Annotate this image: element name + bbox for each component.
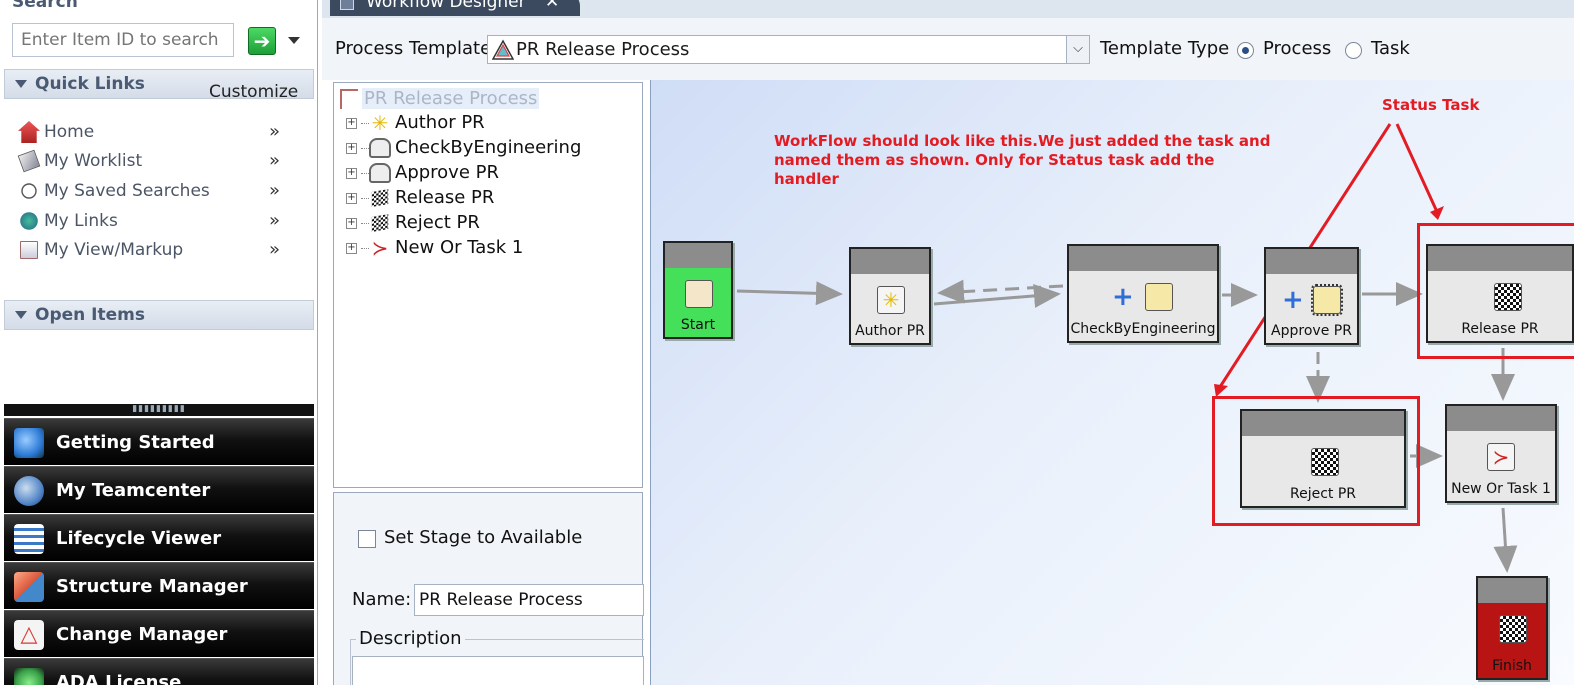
review-task-icon <box>1145 283 1173 311</box>
arrow-start-author <box>736 281 843 306</box>
status-task-highlight-release <box>1417 223 1574 359</box>
node-start[interactable]: Start <box>663 241 733 339</box>
start-hand-icon <box>685 280 713 308</box>
or-task-icon: ≻ <box>1487 443 1515 471</box>
node-new-or-task-1[interactable]: ≻ New Or Task 1 <box>1445 404 1557 503</box>
arrow-check-author-backflow <box>937 279 1064 304</box>
node-approve-pr[interactable]: + Approve PR <box>1264 247 1359 345</box>
annotation-arrow-to-release <box>1395 123 1440 215</box>
workflow-instruction-note: WorkFlow should look like this.We just a… <box>774 132 1271 188</box>
status-task-highlight-reject <box>1212 396 1420 526</box>
node-checkbyengineering[interactable]: + CheckByEngineering <box>1067 244 1219 343</box>
status-task-note: Status Task <box>1382 96 1480 114</box>
review-task-icon <box>1311 284 1343 316</box>
checkered-flag-icon <box>1499 615 1527 643</box>
arrow-ortask-finish <box>1493 507 1518 573</box>
add-handler-plus-icon[interactable]: + <box>1282 287 1304 313</box>
arrow-author-check <box>933 283 1061 308</box>
node-finish[interactable]: Finish <box>1476 576 1548 680</box>
node-author-pr[interactable]: ✳ Author PR <box>849 247 931 345</box>
do-task-icon: ✳ <box>877 286 905 314</box>
annotation-arrowhead-release <box>1430 206 1444 220</box>
add-handler-plus-icon[interactable]: + <box>1112 284 1134 310</box>
